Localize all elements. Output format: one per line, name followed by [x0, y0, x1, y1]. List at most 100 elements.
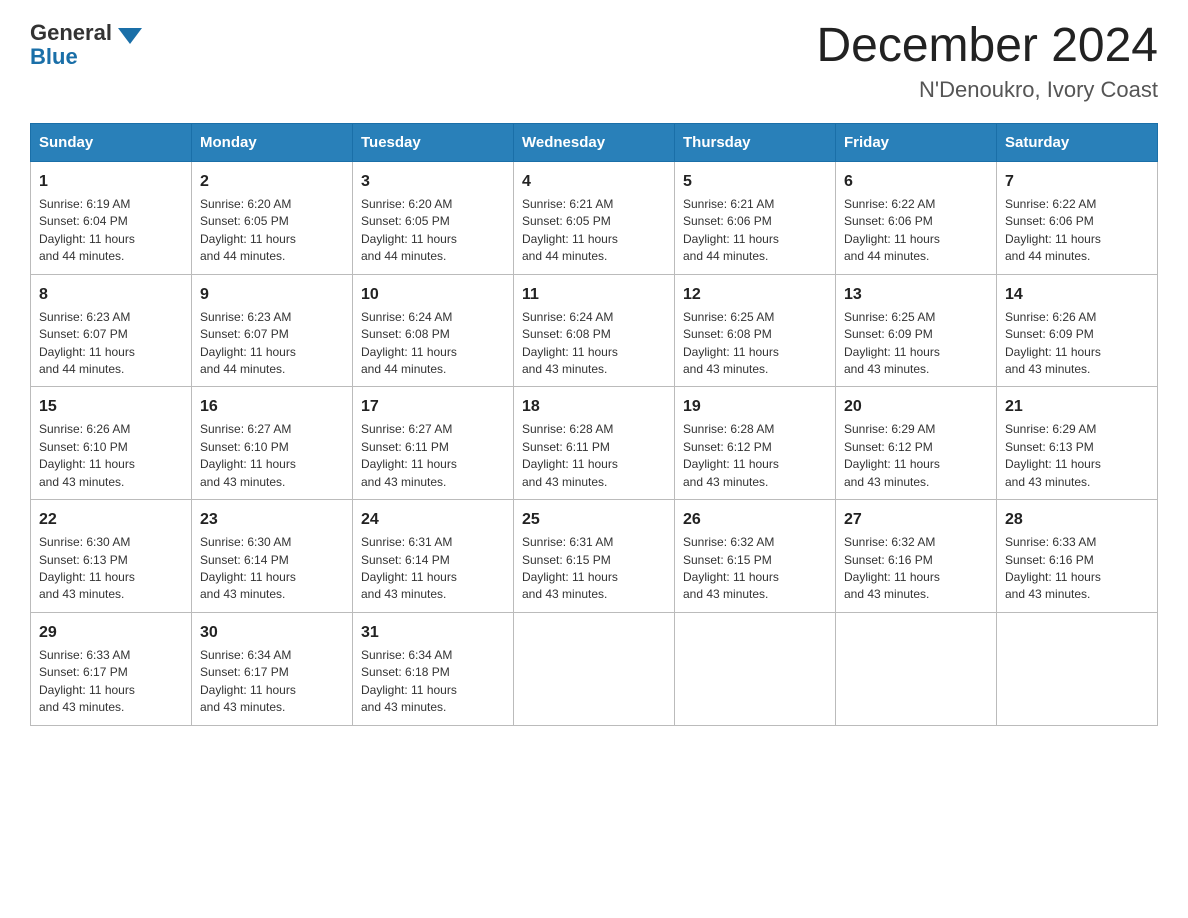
calendar-cell: 10 Sunrise: 6:24 AMSunset: 6:08 PMDayligh… — [353, 274, 514, 387]
day-info: Sunrise: 6:26 AMSunset: 6:10 PMDaylight:… — [39, 421, 183, 491]
day-info: Sunrise: 6:34 AMSunset: 6:17 PMDaylight:… — [200, 647, 344, 717]
calendar-cell: 15 Sunrise: 6:26 AMSunset: 6:10 PMDayligh… — [31, 387, 192, 500]
day-number: 15 — [39, 395, 183, 418]
calendar-cell: 2 Sunrise: 6:20 AMSunset: 6:05 PMDaylight… — [192, 161, 353, 274]
calendar-cell: 13 Sunrise: 6:25 AMSunset: 6:09 PMDayligh… — [836, 274, 997, 387]
day-info: Sunrise: 6:22 AMSunset: 6:06 PMDaylight:… — [1005, 196, 1149, 266]
day-number: 28 — [1005, 508, 1149, 531]
day-number: 6 — [844, 170, 988, 193]
day-info: Sunrise: 6:25 AMSunset: 6:08 PMDaylight:… — [683, 309, 827, 379]
calendar-cell: 30 Sunrise: 6:34 AMSunset: 6:17 PMDayligh… — [192, 612, 353, 725]
day-number: 4 — [522, 170, 666, 193]
calendar-cell — [836, 612, 997, 725]
day-header-sunday: Sunday — [31, 123, 192, 161]
calendar-cell: 22Sunrise: 6:30 AMSunset: 6:13 PMDayligh… — [31, 500, 192, 613]
day-info: Sunrise: 6:22 AMSunset: 6:06 PMDaylight:… — [844, 196, 988, 266]
calendar-cell: 28 Sunrise: 6:33 AMSunset: 6:16 PMDayligh… — [997, 500, 1158, 613]
calendar-cell: 24Sunrise: 6:31 AMSunset: 6:14 PMDayligh… — [353, 500, 514, 613]
calendar-cell: 17 Sunrise: 6:27 AMSunset: 6:11 PMDayligh… — [353, 387, 514, 500]
day-info: Sunrise: 6:32 AMSunset: 6:16 PMDaylight:… — [844, 534, 988, 604]
logo: General Blue — [30, 20, 142, 70]
day-number: 3 — [361, 170, 505, 193]
day-info: Sunrise: 6:25 AMSunset: 6:09 PMDaylight:… — [844, 309, 988, 379]
day-info: Sunrise: 6:29 AMSunset: 6:13 PMDaylight:… — [1005, 421, 1149, 491]
logo-general-text: General — [30, 20, 112, 46]
calendar-cell: 18Sunrise: 6:28 AMSunset: 6:11 PMDayligh… — [514, 387, 675, 500]
calendar-cell: 5 Sunrise: 6:21 AMSunset: 6:06 PMDaylight… — [675, 161, 836, 274]
day-number: 2 — [200, 170, 344, 193]
calendar-cell: 16 Sunrise: 6:27 AMSunset: 6:10 PMDayligh… — [192, 387, 353, 500]
day-number: 24 — [361, 508, 505, 531]
day-info: Sunrise: 6:33 AMSunset: 6:17 PMDaylight:… — [39, 647, 183, 717]
calendar-cell: 19 Sunrise: 6:28 AMSunset: 6:12 PMDayligh… — [675, 387, 836, 500]
title-section: December 2024 N'Denoukro, Ivory Coast — [816, 20, 1158, 103]
calendar-cell: 21 Sunrise: 6:29 AMSunset: 6:13 PMDayligh… — [997, 387, 1158, 500]
calendar-cell: 12 Sunrise: 6:25 AMSunset: 6:08 PMDayligh… — [675, 274, 836, 387]
day-number: 8 — [39, 283, 183, 306]
day-info: Sunrise: 6:30 AMSunset: 6:14 PMDaylight:… — [200, 534, 344, 604]
calendar-table: SundayMondayTuesdayWednesdayThursdayFrid… — [30, 123, 1158, 726]
day-info: Sunrise: 6:27 AMSunset: 6:10 PMDaylight:… — [200, 421, 344, 491]
day-info: Sunrise: 6:32 AMSunset: 6:15 PMDaylight:… — [683, 534, 827, 604]
day-number: 14 — [1005, 283, 1149, 306]
calendar-cell: 29 Sunrise: 6:33 AMSunset: 6:17 PMDayligh… — [31, 612, 192, 725]
day-number: 23 — [200, 508, 344, 531]
calendar-cell: 27Sunrise: 6:32 AMSunset: 6:16 PMDayligh… — [836, 500, 997, 613]
day-number: 5 — [683, 170, 827, 193]
day-header-friday: Friday — [836, 123, 997, 161]
day-number: 17 — [361, 395, 505, 418]
week-row-5: 29 Sunrise: 6:33 AMSunset: 6:17 PMDayligh… — [31, 612, 1158, 725]
calendar-body: 1Sunrise: 6:19 AMSunset: 6:04 PMDaylight… — [31, 161, 1158, 725]
calendar-cell: 9Sunrise: 6:23 AMSunset: 6:07 PMDaylight… — [192, 274, 353, 387]
logo-top: General — [30, 20, 142, 46]
calendar-cell — [997, 612, 1158, 725]
day-number: 10 — [361, 283, 505, 306]
day-number: 29 — [39, 621, 183, 644]
calendar-cell: 11 Sunrise: 6:24 AMSunset: 6:08 PMDayligh… — [514, 274, 675, 387]
logo-blue-text: Blue — [30, 44, 78, 70]
week-row-1: 1Sunrise: 6:19 AMSunset: 6:04 PMDaylight… — [31, 161, 1158, 274]
day-info: Sunrise: 6:28 AMSunset: 6:12 PMDaylight:… — [683, 421, 827, 491]
calendar-cell: 4 Sunrise: 6:21 AMSunset: 6:05 PMDaylight… — [514, 161, 675, 274]
calendar-cell: 26Sunrise: 6:32 AMSunset: 6:15 PMDayligh… — [675, 500, 836, 613]
calendar-cell — [675, 612, 836, 725]
day-info: Sunrise: 6:33 AMSunset: 6:16 PMDaylight:… — [1005, 534, 1149, 604]
day-info: Sunrise: 6:21 AMSunset: 6:06 PMDaylight:… — [683, 196, 827, 266]
calendar-cell: 31Sunrise: 6:34 AMSunset: 6:18 PMDayligh… — [353, 612, 514, 725]
week-row-4: 22Sunrise: 6:30 AMSunset: 6:13 PMDayligh… — [31, 500, 1158, 613]
day-header-monday: Monday — [192, 123, 353, 161]
day-number: 31 — [361, 621, 505, 644]
day-number: 1 — [39, 170, 183, 193]
day-header-tuesday: Tuesday — [353, 123, 514, 161]
calendar-header: SundayMondayTuesdayWednesdayThursdayFrid… — [31, 123, 1158, 161]
calendar-cell: 14Sunrise: 6:26 AMSunset: 6:09 PMDayligh… — [997, 274, 1158, 387]
day-number: 16 — [200, 395, 344, 418]
logo-arrow-icon — [118, 28, 142, 44]
calendar-cell: 23 Sunrise: 6:30 AMSunset: 6:14 PMDayligh… — [192, 500, 353, 613]
subtitle: N'Denoukro, Ivory Coast — [816, 77, 1158, 103]
day-header-wednesday: Wednesday — [514, 123, 675, 161]
header-row: SundayMondayTuesdayWednesdayThursdayFrid… — [31, 123, 1158, 161]
week-row-3: 15 Sunrise: 6:26 AMSunset: 6:10 PMDayligh… — [31, 387, 1158, 500]
page-header: General Blue December 2024 N'Denoukro, I… — [30, 20, 1158, 103]
day-info: Sunrise: 6:23 AMSunset: 6:07 PMDaylight:… — [200, 309, 344, 379]
day-number: 12 — [683, 283, 827, 306]
day-number: 19 — [683, 395, 827, 418]
day-info: Sunrise: 6:21 AMSunset: 6:05 PMDaylight:… — [522, 196, 666, 266]
day-header-saturday: Saturday — [997, 123, 1158, 161]
day-info: Sunrise: 6:20 AMSunset: 6:05 PMDaylight:… — [361, 196, 505, 266]
day-info: Sunrise: 6:30 AMSunset: 6:13 PMDaylight:… — [39, 534, 183, 604]
day-number: 11 — [522, 283, 666, 306]
day-info: Sunrise: 6:28 AMSunset: 6:11 PMDaylight:… — [522, 421, 666, 491]
day-info: Sunrise: 6:27 AMSunset: 6:11 PMDaylight:… — [361, 421, 505, 491]
day-number: 30 — [200, 621, 344, 644]
day-header-thursday: Thursday — [675, 123, 836, 161]
day-info: Sunrise: 6:24 AMSunset: 6:08 PMDaylight:… — [522, 309, 666, 379]
day-number: 21 — [1005, 395, 1149, 418]
day-info: Sunrise: 6:24 AMSunset: 6:08 PMDaylight:… — [361, 309, 505, 379]
calendar-cell: 1Sunrise: 6:19 AMSunset: 6:04 PMDaylight… — [31, 161, 192, 274]
calendar-cell: 7Sunrise: 6:22 AMSunset: 6:06 PMDaylight… — [997, 161, 1158, 274]
day-info: Sunrise: 6:20 AMSunset: 6:05 PMDaylight:… — [200, 196, 344, 266]
day-info: Sunrise: 6:31 AMSunset: 6:15 PMDaylight:… — [522, 534, 666, 604]
day-number: 13 — [844, 283, 988, 306]
